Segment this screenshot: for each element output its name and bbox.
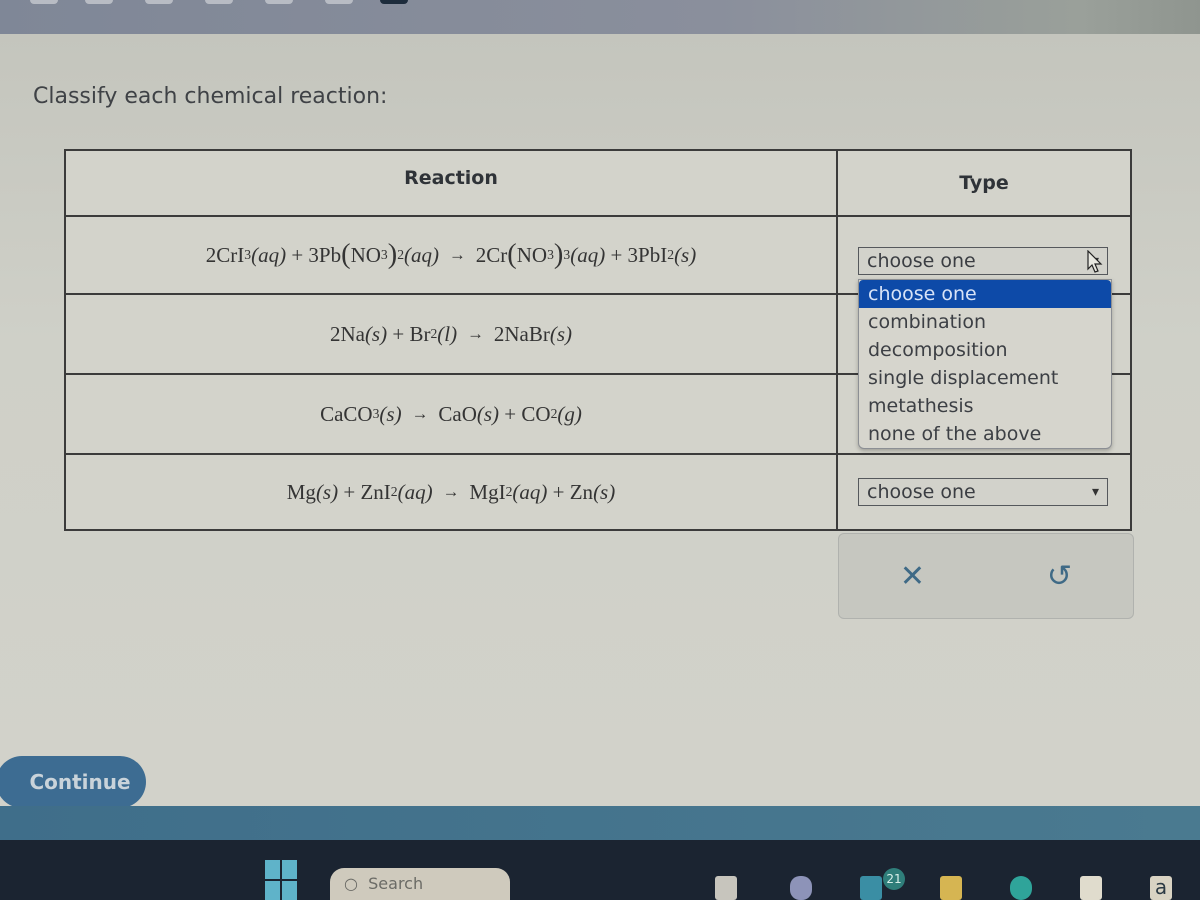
amazon-app-icon[interactable]: a (1150, 876, 1172, 900)
table-row: Mg (s) + ZnI 2 (aq) → MgI 2 (aq) + Zn (s) choo… (66, 455, 1130, 529)
dropdown-option-single-displacement[interactable]: single displacement (859, 364, 1111, 392)
tab-indicator[interactable] (30, 0, 58, 4)
taskbar-search[interactable]: ○ Search (330, 868, 510, 900)
select-value: choose one (867, 481, 976, 503)
reaction-arrow: → (449, 245, 466, 264)
store-icon[interactable] (1080, 876, 1102, 900)
chat-app-icon[interactable] (790, 876, 812, 900)
dropdown-option-decomposition[interactable]: decomposition (859, 336, 1111, 364)
dropdown-option-combination[interactable]: combination (859, 308, 1111, 336)
tab-indicator[interactable] (265, 0, 293, 4)
taskbar: ○ Search a (0, 840, 1200, 900)
reaction-arrow: → (442, 482, 460, 501)
reaction-column-header: Reaction (66, 151, 838, 215)
clear-icon[interactable]: ✕ (893, 559, 933, 594)
type-select-4[interactable]: choose one ▾ (858, 478, 1108, 506)
search-icon: ○ (344, 874, 358, 893)
undo-icon[interactable]: ↺ (1040, 559, 1080, 594)
answer-actions: ✕ ↺ (838, 533, 1134, 619)
dropdown-option-none-of-the-above[interactable]: none of the above (859, 420, 1111, 448)
chevron-down-icon: ▾ (1091, 484, 1099, 500)
tab-indicator[interactable] (85, 0, 113, 4)
continue-button[interactable]: Continue (0, 756, 146, 808)
tab-indicator[interactable] (145, 0, 173, 4)
type-select-1[interactable]: choose one ▾ (858, 247, 1108, 275)
search-placeholder: Search (368, 874, 424, 893)
type-dropdown-list: choose one combination decomposition sin… (858, 279, 1112, 449)
file-explorer-icon[interactable] (940, 876, 962, 900)
mouse-cursor-icon (1087, 250, 1103, 273)
tab-indicator[interactable] (325, 0, 353, 4)
reaction-equation: 2Na (s) + Br 2 (l) → 2NaBr (s) (66, 295, 838, 373)
mail-icon[interactable] (860, 876, 882, 900)
dropdown-option-choose-one[interactable]: choose one (859, 280, 1111, 308)
reaction-equation: CaCO 3 (s) → CaO (s) + CO 2 (g) (66, 375, 838, 453)
reaction-equation: 2CrI 3 (aq) + 3Pb(NO 3) 2 (aq) → 2Cr(NO 3) 3 (aq… (66, 217, 838, 293)
question-page: Classify each chemical reaction: Reactio… (0, 34, 1200, 808)
task-view-icon[interactable] (715, 876, 737, 900)
notification-badge: 21 (883, 868, 905, 890)
table-header-row: Reaction Type (66, 151, 1130, 217)
edge-browser-icon[interactable] (1010, 876, 1032, 900)
reaction-arrow: → (411, 404, 429, 423)
select-value: choose one (867, 250, 976, 272)
type-cell: choose one ▾ (838, 455, 1130, 529)
reaction-equation: Mg (s) + ZnI 2 (aq) → MgI 2 (aq) + Zn (s) (66, 455, 838, 529)
browser-top-bar (0, 0, 1200, 34)
reaction-arrow: → (467, 324, 484, 343)
tab-indicator[interactable] (205, 0, 233, 4)
type-column-header: Type (959, 172, 1009, 194)
tab-indicator-active[interactable] (380, 0, 408, 4)
dropdown-option-metathesis[interactable]: metathesis (859, 392, 1111, 420)
page-footer-band (0, 806, 1200, 840)
question-prompt: Classify each chemical reaction: (33, 84, 388, 109)
windows-start-icon[interactable] (265, 860, 297, 900)
